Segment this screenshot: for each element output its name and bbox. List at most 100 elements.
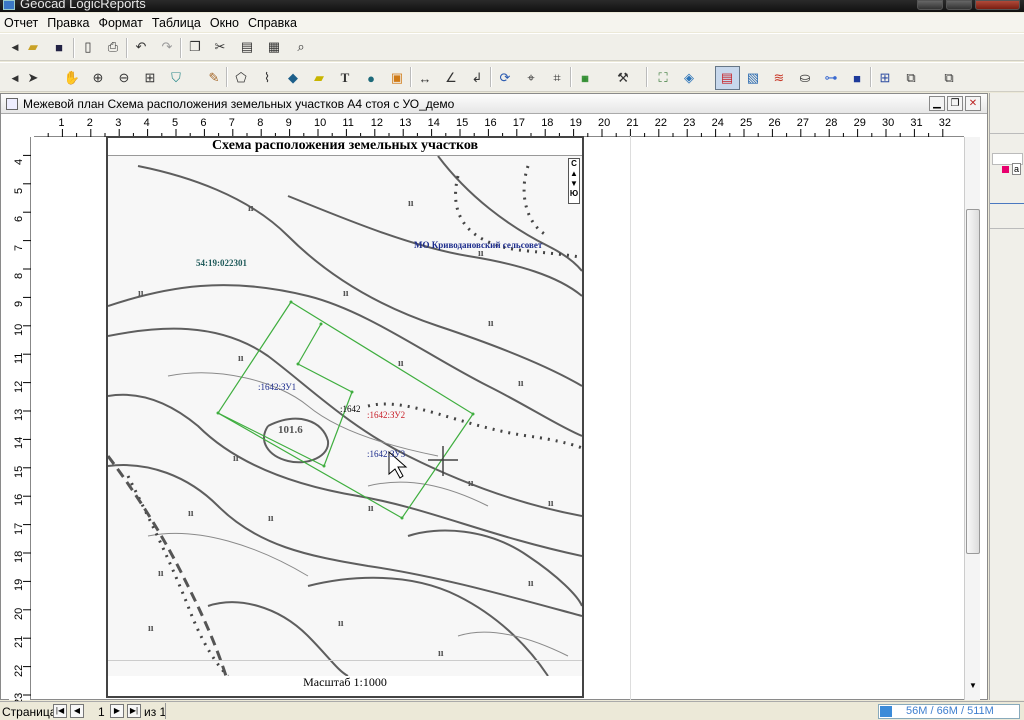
doc-minimize-button[interactable]: ▁ <box>929 96 945 111</box>
ruler-label: 8 <box>257 117 264 129</box>
app-window: Geocad LogicReports Отчет Правка Формат … <box>0 0 1024 720</box>
ruler-label: 8 <box>13 272 25 279</box>
svg-text:ıı: ıı <box>528 578 534 589</box>
ruler-label: 3 <box>115 117 122 129</box>
node-icon[interactable]: ↲ <box>468 69 486 87</box>
scroll-down-icon[interactable]: ▼ <box>969 681 977 690</box>
copy-format-icon[interactable]: ⧉ <box>902 69 920 87</box>
stack-icon[interactable]: ≋ <box>770 69 788 87</box>
ruler-label: 11 <box>342 117 354 129</box>
menu-window[interactable]: Окно <box>210 16 239 30</box>
south-arrow-icon: ▼ <box>570 179 578 188</box>
menu-report[interactable]: Отчет <box>4 16 38 30</box>
page-title: Схема расположения земельных участков <box>108 138 582 156</box>
ruler-label: 2 <box>86 117 93 129</box>
paste-special-icon[interactable]: ▦ <box>265 38 283 56</box>
fill-square-icon[interactable]: ■ <box>848 69 866 87</box>
close-button[interactable] <box>975 0 1020 10</box>
zoom-search-icon[interactable]: ⌕ <box>292 38 310 56</box>
ruler-label: 14 <box>13 437 25 450</box>
svg-text:ıı: ıı <box>138 288 144 299</box>
cut-icon[interactable]: ✂ <box>211 38 229 56</box>
document-title-bar: Межевой план Схема расположения земельны… <box>1 94 987 114</box>
segment-icon[interactable]: ⊶ <box>822 69 840 87</box>
bucket-icon[interactable]: ⛀ <box>796 69 814 87</box>
arrange-icon[interactable]: ⧉ <box>940 69 958 87</box>
ruler-label: 7 <box>13 244 25 251</box>
brush-icon[interactable]: ✎ <box>205 69 223 87</box>
zoom-extent-icon[interactable]: ⊞ <box>141 69 159 87</box>
polyline-icon[interactable]: ⌇ <box>258 69 276 87</box>
text-icon[interactable]: T <box>336 69 354 87</box>
redo-icon[interactable]: ↷ <box>158 38 176 56</box>
svg-text:ıı: ıı <box>368 503 374 514</box>
next-page-button[interactable]: ▶ <box>110 704 124 718</box>
map-layers-icon[interactable]: ⛶ <box>654 69 672 87</box>
circle-icon[interactable]: ● <box>362 69 380 87</box>
svg-text:ıı: ıı <box>518 378 524 389</box>
color-bars-icon[interactable]: ▤ <box>718 69 736 87</box>
ruler-label: 29 <box>853 117 866 129</box>
pan-hand-icon[interactable]: ✋ <box>63 69 81 87</box>
maximize-button[interactable] <box>946 0 972 10</box>
paste-icon[interactable]: ▤ <box>238 38 256 56</box>
ruler-label: 11 <box>13 352 25 365</box>
doc-restore-button[interactable]: ❐ <box>947 96 963 111</box>
menu-help[interactable]: Справка <box>248 16 297 30</box>
ruler-label: 19 <box>569 117 582 129</box>
grid-dots-icon[interactable]: ▦ <box>576 69 594 87</box>
table-grid-icon[interactable]: ⊞ <box>876 69 894 87</box>
document-icon <box>6 98 18 110</box>
ruler-label: 23 <box>683 117 696 129</box>
globe-icon[interactable]: ◈ <box>680 69 698 87</box>
open-icon[interactable]: ▰ <box>24 38 42 56</box>
dimension-icon[interactable]: ↔ <box>416 69 434 87</box>
doc-close-button[interactable]: ✕ <box>965 96 981 111</box>
drawing-toolbar: ◀ ➤ ✋ ⊕ ⊖ ⊞ ⛉ ✎ ⬠ ⌇ ◆ ▰ T ● ▣ ↔ ∠ ↲ ⟳ ⌖ … <box>0 62 1024 92</box>
prev-page-button[interactable]: ◀ <box>70 704 84 718</box>
ruler-label: 13 <box>13 408 25 421</box>
text-style-icon[interactable]: a <box>1012 163 1022 175</box>
last-page-button[interactable]: ▶| <box>127 704 141 718</box>
frame-icon[interactable]: ⌗ <box>548 69 566 87</box>
zoom-out-icon[interactable]: ⊖ <box>115 69 133 87</box>
minimize-button[interactable] <box>917 0 943 10</box>
app-icon <box>3 0 15 10</box>
copy-icon[interactable]: ❐ <box>186 38 204 56</box>
crosshair-icon[interactable]: ⌖ <box>522 69 540 87</box>
standard-toolbar: ◀ ▰ ■ ▯ ⎙ ↶ ↷ ❐ ✂ ▤ ▦ ⌕ <box>0 33 1024 61</box>
refresh-icon[interactable]: ⟳ <box>496 69 514 87</box>
zoom-in-icon[interactable]: ⊕ <box>89 69 107 87</box>
ruler-label: 22 <box>654 117 668 129</box>
undo-icon[interactable]: ↶ <box>132 38 150 56</box>
document-title: Межевой план Схема расположения земельны… <box>23 97 455 111</box>
report-page: Схема расположения земельных участков ıı… <box>106 136 584 698</box>
toolbar-grip-icon: ◀ <box>11 72 19 83</box>
new-page-icon[interactable]: ▯ <box>79 38 97 56</box>
ruler-icon[interactable]: ▰ <box>310 69 328 87</box>
raster-icon[interactable]: ▧ <box>744 69 762 87</box>
print-icon[interactable]: ⎙ <box>104 38 122 56</box>
ruler-label: 16 <box>484 117 497 129</box>
polygon-icon[interactable]: ⬠ <box>232 69 250 87</box>
color-swatch[interactable] <box>1002 166 1009 173</box>
angle-icon[interactable]: ∠ <box>442 69 460 87</box>
svg-text:ıı: ıı <box>158 568 164 579</box>
save-icon[interactable]: ■ <box>50 38 68 56</box>
title-bar: Geocad LogicReports <box>0 0 1024 12</box>
scrollbar-thumb[interactable] <box>966 209 980 554</box>
menu-edit[interactable]: Правка <box>47 16 89 30</box>
layers-icon[interactable]: ⛉ <box>167 69 185 87</box>
shape-icon[interactable]: ◆ <box>284 69 302 87</box>
svg-text:ıı: ıı <box>548 498 554 509</box>
svg-text:ıı: ıı <box>398 358 404 369</box>
first-page-button[interactable]: |◀ <box>53 704 67 718</box>
select-arrow-icon[interactable]: ➤ <box>24 69 42 87</box>
tools-icon[interactable]: ⚒ <box>614 69 632 87</box>
page-number[interactable]: 1 <box>98 705 105 719</box>
menu-format[interactable]: Формат <box>98 16 142 30</box>
image-icon[interactable]: ▣ <box>388 69 406 87</box>
menu-table[interactable]: Таблица <box>152 16 201 30</box>
vertical-scrollbar[interactable]: ▼ <box>964 137 980 700</box>
menu-bar: Отчет Правка Формат Таблица Окно Справка <box>0 13 1024 32</box>
